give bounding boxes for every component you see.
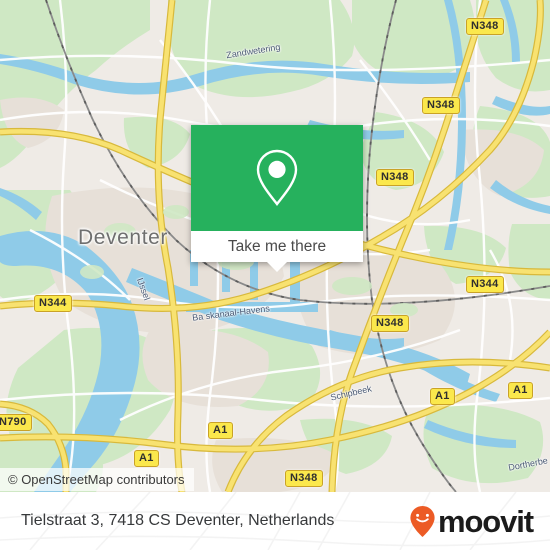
take-me-there-card[interactable]: Take me there bbox=[191, 125, 363, 272]
moovit-map-screenshot: Deventer Zandwetering Ba skanaal-Havens … bbox=[0, 0, 550, 550]
map-pin-icon bbox=[191, 147, 363, 214]
road-shield: N348 bbox=[422, 97, 460, 114]
road-shield: N348 bbox=[371, 315, 409, 332]
road-shield: A1 bbox=[134, 450, 159, 467]
footer-bar: Tielstraat 3, 7418 CS Deventer, Netherla… bbox=[0, 492, 550, 550]
road-shield: N344 bbox=[34, 295, 72, 312]
card-image-area bbox=[191, 125, 363, 231]
road-shield: A1 bbox=[430, 388, 455, 405]
moovit-pin-icon bbox=[410, 505, 435, 537]
road-shield: A1 bbox=[208, 422, 233, 439]
road-shield: N348 bbox=[376, 169, 414, 186]
address-text: Tielstraat 3, 7418 CS Deventer, Netherla… bbox=[21, 512, 335, 529]
road-shield: N344 bbox=[466, 276, 504, 293]
take-me-there-button[interactable]: Take me there bbox=[191, 231, 363, 272]
road-shield: A1 bbox=[508, 382, 533, 399]
road-shield: N348 bbox=[285, 470, 323, 487]
take-me-there-label: Take me there bbox=[227, 238, 327, 255]
road-shield: N790 bbox=[0, 414, 32, 431]
road-shield: N348 bbox=[466, 18, 504, 35]
map-attribution[interactable]: © OpenStreetMap contributors bbox=[0, 468, 194, 491]
moovit-logo[interactable]: moovit bbox=[409, 492, 534, 550]
moovit-wordmark: moovit bbox=[437, 503, 534, 539]
card-pointer-tail bbox=[267, 262, 287, 272]
